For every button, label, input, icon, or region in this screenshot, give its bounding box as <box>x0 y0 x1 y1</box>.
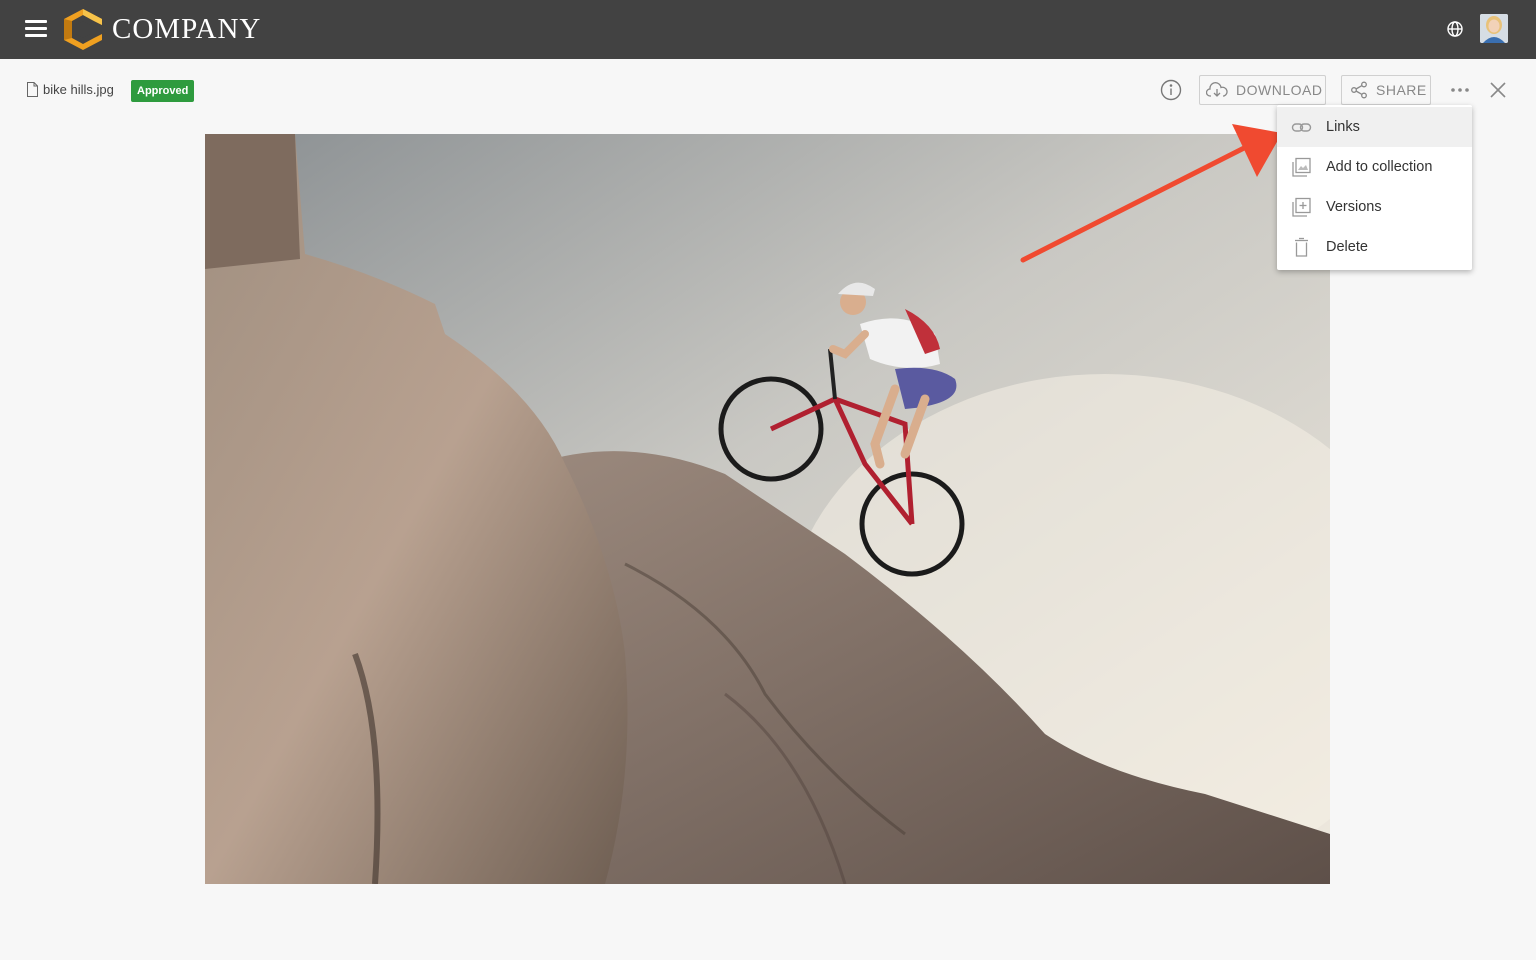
download-button[interactable]: DOWNLOAD <box>1199 75 1326 105</box>
share-label: SHARE <box>1376 82 1427 98</box>
company-logo <box>64 9 102 50</box>
share-icon <box>1351 81 1367 99</box>
close-icon[interactable] <box>1490 82 1506 98</box>
file-icon <box>27 82 38 97</box>
hamburger-menu-icon[interactable] <box>25 20 47 38</box>
menu-item-label: Delete <box>1326 239 1368 255</box>
status-badge: Approved <box>131 80 195 102</box>
menu-item-links[interactable]: Links <box>1277 107 1472 147</box>
link-icon <box>1291 122 1312 132</box>
menu-item-label: Add to collection <box>1326 159 1433 175</box>
share-button[interactable]: SHARE <box>1341 75 1431 105</box>
preview-image <box>205 134 1330 884</box>
cloud-download-icon <box>1206 82 1228 97</box>
versions-icon <box>1292 197 1311 217</box>
more-options-menu: Links Add to collection Versions Delete <box>1277 105 1472 270</box>
info-icon[interactable] <box>1160 79 1182 101</box>
globe-icon[interactable] <box>1445 19 1465 39</box>
brand-name: COMPANY <box>112 13 262 45</box>
trash-icon <box>1295 237 1308 257</box>
menu-item-label: Versions <box>1326 199 1382 215</box>
collection-icon <box>1292 157 1311 177</box>
menu-item-delete[interactable]: Delete <box>1277 227 1472 267</box>
menu-item-add-to-collection[interactable]: Add to collection <box>1277 147 1472 187</box>
more-options-icon[interactable] <box>1450 87 1470 93</box>
menu-item-label: Links <box>1326 119 1360 135</box>
user-avatar[interactable] <box>1480 14 1508 43</box>
file-name: bike hills.jpg <box>43 82 114 97</box>
top-bar: COMPANY <box>0 0 1536 59</box>
menu-item-versions[interactable]: Versions <box>1277 187 1472 227</box>
download-label: DOWNLOAD <box>1236 82 1323 98</box>
